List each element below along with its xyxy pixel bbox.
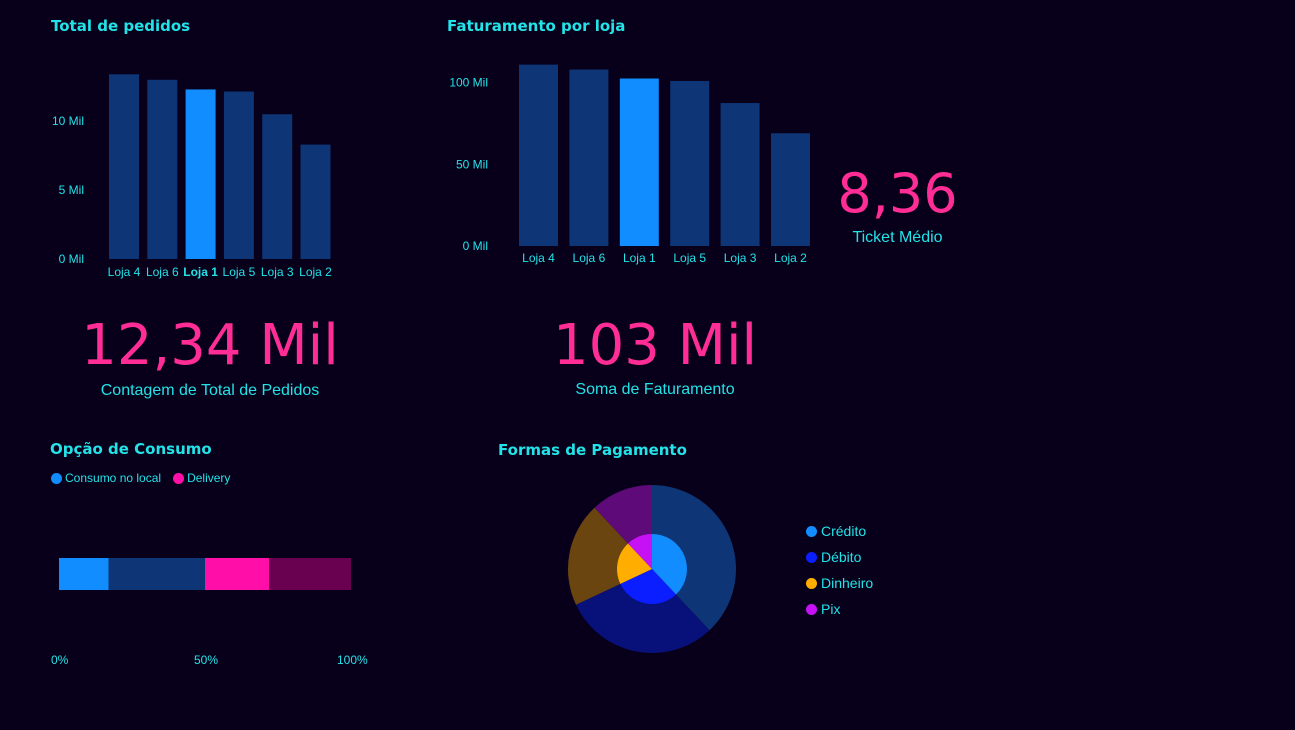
delivery-highlight-segment[interactable] <box>205 558 270 590</box>
y-tick-label: 5 Mil <box>59 183 84 197</box>
consumption-chart-title: Opção de Consumo <box>50 440 212 458</box>
legend-item-debito[interactable]: Débito <box>806 549 873 565</box>
legend-item-delivery[interactable]: Delivery <box>173 471 230 485</box>
consumption-axis-50: 50% <box>194 653 219 667</box>
legend-label: Débito <box>821 549 862 565</box>
y-tick-label: 50 Mil <box>456 157 488 171</box>
payment-chart-title: Formas de Pagamento <box>498 441 687 459</box>
legend-label: Delivery <box>187 471 231 485</box>
x-tick-label: Loja 2 <box>299 265 332 279</box>
legend-dot-icon <box>51 472 62 484</box>
bar-loja-2[interactable] <box>300 144 331 259</box>
orders-kpi-value: 12,34 Mil <box>81 313 339 378</box>
x-tick-label: Loja 3 <box>724 251 757 265</box>
x-tick-label: Loja 2 <box>774 251 807 265</box>
legend-item-credito[interactable]: Crédito <box>806 523 873 539</box>
bar-loja-5[interactable] <box>670 80 710 247</box>
x-tick-label: Loja 5 <box>223 265 256 279</box>
y-tick-label: 10 Mil <box>52 114 84 128</box>
ticket-kpi-label: Ticket Médio <box>852 229 943 246</box>
revenue-bar-chart: 0 Mil 50 Mil 100 Mil Loja 4 Loja 6 Loja 1 Loja… <box>449 64 810 265</box>
legend-item-consumo[interactable]: Consumo no local <box>51 471 161 485</box>
y-tick-label: 0 Mil <box>59 252 84 266</box>
bar-loja-1[interactable] <box>619 78 659 246</box>
revenue-kpi-label: Soma de Faturamento <box>575 381 735 398</box>
legend-dot-icon <box>806 525 817 537</box>
revenue-chart-title: Faturamento por loja <box>447 17 626 35</box>
ticket-kpi-value: 8,36 <box>837 162 958 225</box>
delivery-segment[interactable] <box>269 558 351 590</box>
bar-loja-2[interactable] <box>771 133 810 246</box>
bar-loja-4[interactable] <box>519 64 558 246</box>
consumption-axis-0: 0% <box>51 653 69 667</box>
legend-label: Pix <box>821 601 841 617</box>
legend-dot-icon <box>806 603 817 615</box>
x-tick-label: Loja 1 <box>623 251 656 265</box>
consumo-segment[interactable] <box>108 558 205 590</box>
revenue-kpi-value: 103 Mil <box>552 313 758 378</box>
payment-legend: Crédito Débito Dinheiro Pix <box>806 523 873 627</box>
x-tick-label: Loja 4 <box>108 265 141 279</box>
x-tick-label: Loja 3 <box>261 265 294 279</box>
bar-loja-1[interactable] <box>185 89 216 259</box>
bar-loja-3[interactable] <box>262 114 293 259</box>
consumption-stacked-bar <box>59 558 351 590</box>
orders-bar-chart: 0 Mil 5 Mil 10 Mil Loja 4 Loja 6 Loja 1 Loja 5… <box>52 74 332 279</box>
legend-dot-icon <box>806 577 817 589</box>
legend-item-dinheiro[interactable]: Dinheiro <box>806 575 873 591</box>
y-tick-label: 100 Mil <box>449 76 488 90</box>
consumo-highlight-segment[interactable] <box>59 558 109 590</box>
y-tick-label: 0 Mil <box>463 239 488 253</box>
bar-loja-6[interactable] <box>569 69 609 247</box>
legend-label: Consumo no local <box>65 471 162 485</box>
x-tick-label: Loja 5 <box>673 251 706 265</box>
legend-dot-icon <box>173 472 185 484</box>
bar-loja-6[interactable] <box>147 79 178 260</box>
x-tick-label: Loja 6 <box>146 265 179 279</box>
payment-donut-chart <box>568 485 736 653</box>
x-tick-label: Loja 1 <box>183 265 218 279</box>
legend-label: Dinheiro <box>821 575 874 591</box>
consumption-axis-100: 100% <box>337 653 368 667</box>
orders-chart-title: Total de pedidos <box>51 17 191 35</box>
x-tick-label: Loja 4 <box>522 251 555 265</box>
bar-loja-4[interactable] <box>109 74 139 260</box>
bar-loja-3[interactable] <box>720 103 760 246</box>
legend-label: Crédito <box>821 523 867 539</box>
x-tick-label: Loja 6 <box>573 251 606 265</box>
orders-kpi-label: Contagem de Total de Pedidos <box>100 382 320 399</box>
consumption-legend: Consumo no local Delivery <box>51 471 230 485</box>
legend-item-pix[interactable]: Pix <box>806 601 873 617</box>
bar-loja-5[interactable] <box>223 91 254 259</box>
legend-dot-icon <box>806 551 817 563</box>
